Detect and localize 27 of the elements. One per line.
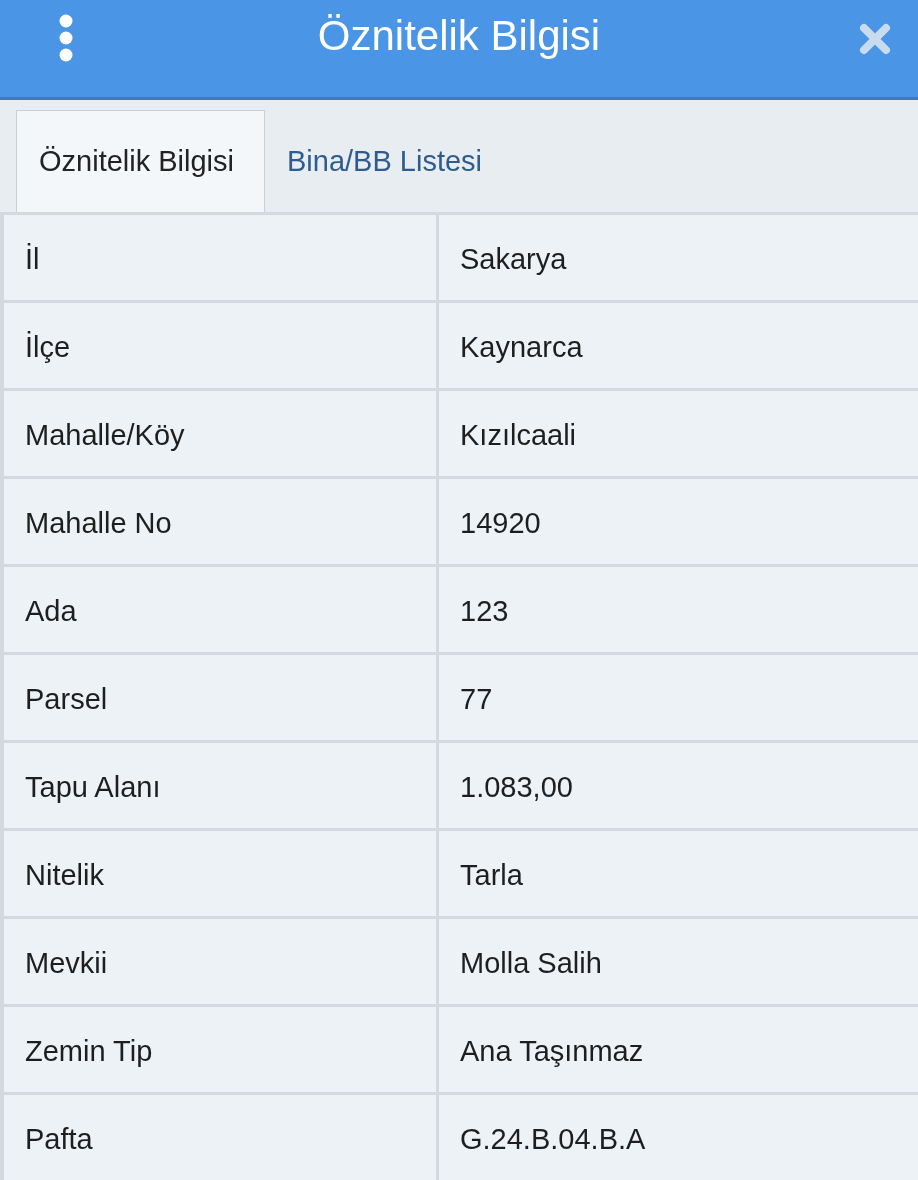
tab[interactable]: Bina/BB Listesi: [265, 110, 513, 212]
table-cell: Ada: [4, 567, 436, 652]
table-cell: Nitelik: [4, 831, 436, 916]
table-cell: Kızılcaali: [439, 391, 918, 476]
table-cell: Mahalle No: [4, 479, 436, 564]
table-cell: Ana Taşınmaz: [439, 1007, 918, 1092]
table-cell: İlçe: [4, 303, 436, 388]
table-cell: Kaynarca: [439, 303, 918, 388]
table-cell: Pafta: [4, 1095, 436, 1180]
table-cell: 1.083,00: [439, 743, 918, 828]
tab[interactable]: Öznitelik Bilgisi: [16, 110, 265, 212]
table-cell: Parsel: [4, 655, 436, 740]
table-cell: 77: [439, 655, 918, 740]
table-cell: 14920: [439, 479, 918, 564]
table-cell: İl: [4, 215, 436, 300]
table-cell: Mahalle/Köy: [4, 391, 436, 476]
table-cell: Tapu Alanı: [4, 743, 436, 828]
close-icon[interactable]: [859, 23, 891, 55]
menu-icon[interactable]: [58, 14, 74, 62]
table-cell: 123: [439, 567, 918, 652]
table-cell: G.24.B.04.B.A: [439, 1095, 918, 1180]
table-cell: Tarla: [439, 831, 918, 916]
table-cell: Molla Salih: [439, 919, 918, 1004]
table-cell: Zemin Tip: [4, 1007, 436, 1092]
window-title: Öznitelik Bilgisi: [317, 11, 601, 60]
table-cell: Mevkii: [4, 919, 436, 1004]
table-cell: Sakarya: [439, 215, 918, 300]
